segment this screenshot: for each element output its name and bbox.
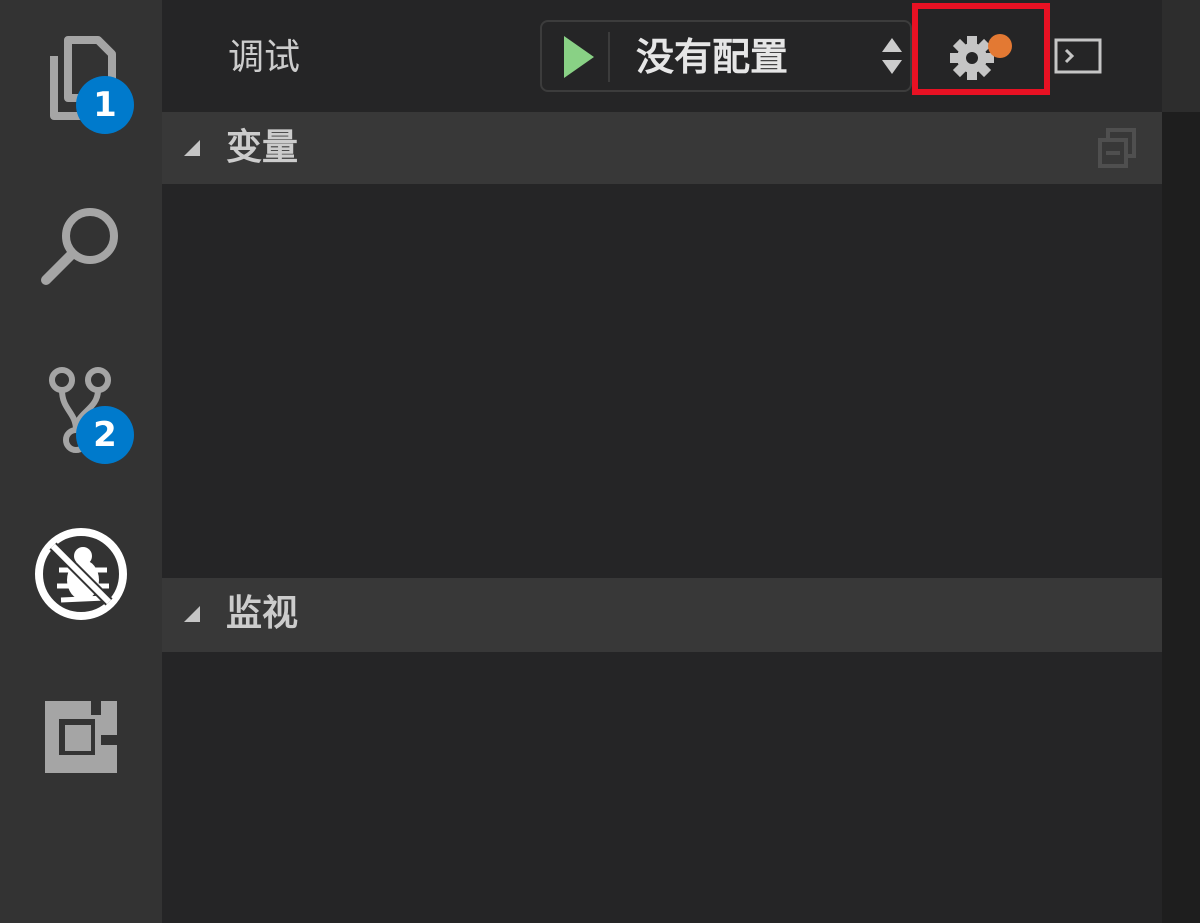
debug-header: 调试 没有配置 — [162, 0, 1162, 112]
search-icon — [41, 208, 118, 285]
variables-content — [162, 184, 1162, 578]
section-header-watch[interactable]: 监视 — [162, 578, 1162, 652]
activity-debug[interactable] — [0, 500, 162, 650]
debug-icon — [35, 528, 127, 620]
section-header-variables[interactable]: 变量 — [162, 112, 1162, 184]
config-divider — [608, 32, 610, 82]
activity-bar: 1 2 — [0, 0, 162, 923]
terminal-icon[interactable] — [1054, 37, 1104, 77]
chevron-down-icon — [184, 606, 200, 622]
activity-extensions[interactable] — [0, 665, 162, 815]
gear-icon[interactable] — [940, 22, 1020, 92]
explorer-badge: 1 — [76, 76, 134, 134]
config-select-value: 没有配置 — [636, 35, 789, 79]
updown-arrows-icon — [882, 38, 902, 74]
play-icon[interactable] — [558, 32, 598, 82]
debug-title: 调试 — [228, 37, 301, 78]
activity-search[interactable] — [0, 170, 162, 320]
watch-content — [162, 652, 1162, 923]
section-title-variables: 变量 — [226, 127, 299, 168]
section-title-watch: 监视 — [226, 593, 299, 634]
chevron-down-icon — [184, 140, 200, 156]
debug-config-select[interactable]: 没有配置 — [540, 20, 912, 92]
debug-side-panel: 调试 没有配置 变量 监视 — [162, 0, 1162, 923]
activity-source-control[interactable]: 2 — [0, 340, 162, 490]
extensions-icon — [45, 701, 117, 773]
collapse-all-icon[interactable] — [1094, 126, 1140, 172]
editor-tab-bar — [1162, 0, 1200, 112]
editor-area — [1162, 0, 1200, 923]
source-control-badge: 2 — [76, 406, 134, 464]
vscode-window: 1 2 调试 没有配置 变量 监视 — [0, 0, 1200, 923]
activity-explorer[interactable]: 1 — [0, 10, 162, 160]
